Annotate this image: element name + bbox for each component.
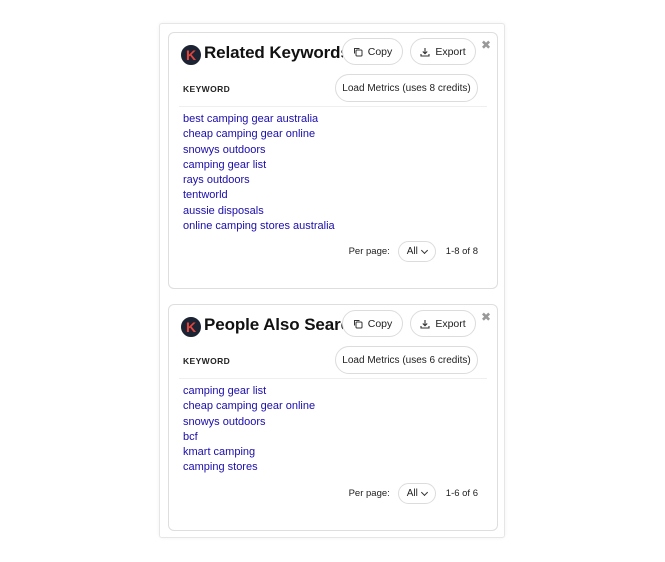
download-icon — [420, 319, 430, 329]
divider — [179, 106, 487, 107]
chevron-down-icon — [420, 488, 428, 496]
keyword-link[interactable]: camping stores — [183, 460, 315, 475]
keywords-everywhere-logo: K — [181, 317, 201, 337]
keyword-link[interactable]: best camping gear australia — [183, 112, 335, 127]
export-button[interactable]: Export — [410, 310, 476, 337]
keyword-link[interactable]: kmart camping — [183, 445, 315, 460]
keyword-column-header: KEYWORD — [183, 84, 231, 94]
keyword-column-header: KEYWORD — [183, 356, 231, 366]
keyword-link[interactable]: snowys outdoors — [183, 415, 315, 430]
keyword-list: best camping gear australia cheap campin… — [183, 112, 335, 234]
divider — [179, 378, 487, 379]
export-button[interactable]: Export — [410, 38, 476, 65]
close-icon[interactable]: ✖ — [481, 39, 491, 51]
keyword-link[interactable]: online camping stores australia — [183, 219, 335, 234]
load-metrics-button[interactable]: Load Metrics (uses 6 credits) — [335, 346, 478, 374]
keyword-link[interactable]: cheap camping gear online — [183, 399, 315, 414]
pagination: Per page: All 1-8 of 8 — [349, 241, 478, 262]
pagination-range: 1-8 of 8 — [445, 246, 478, 257]
close-icon[interactable]: ✖ — [481, 311, 491, 323]
download-icon — [420, 47, 430, 57]
related-keywords-panel: K Related Keywords Copy Export ✖ KEYWORD… — [168, 32, 498, 289]
keyword-link[interactable]: cheap camping gear online — [183, 127, 335, 142]
copy-button[interactable]: Copy — [342, 310, 403, 337]
keyword-link[interactable]: aussie disposals — [183, 204, 335, 219]
people-also-search-panel: K People Also Search For Copy Export ✖ K… — [168, 304, 498, 531]
per-page-label: Per page: — [348, 488, 390, 499]
per-page-select[interactable]: All — [397, 241, 436, 262]
keywords-everywhere-logo: K — [181, 45, 201, 65]
panel-title: Related Keywords — [204, 43, 343, 62]
copy-button[interactable]: Copy — [342, 38, 403, 65]
pagination-range: 1-6 of 6 — [445, 488, 478, 499]
keyword-link[interactable]: camping gear list — [183, 384, 315, 399]
panel-title: People Also Search For — [204, 315, 343, 334]
keyword-link[interactable]: tentworld — [183, 188, 335, 203]
keyword-link[interactable]: camping gear list — [183, 158, 335, 173]
chevron-down-icon — [420, 246, 428, 254]
keyword-link[interactable]: snowys outdoors — [183, 143, 335, 158]
keyword-list: camping gear list cheap camping gear onl… — [183, 384, 315, 476]
copy-icon — [353, 319, 363, 329]
pagination: Per page: All 1-6 of 6 — [349, 483, 478, 504]
per-page-select[interactable]: All — [397, 483, 436, 504]
per-page-label: Per page: — [348, 246, 390, 257]
keyword-link[interactable]: rays outdoors — [183, 173, 335, 188]
load-metrics-button[interactable]: Load Metrics (uses 8 credits) — [335, 74, 478, 102]
keyword-link[interactable]: bcf — [183, 430, 315, 445]
copy-icon — [353, 47, 363, 57]
